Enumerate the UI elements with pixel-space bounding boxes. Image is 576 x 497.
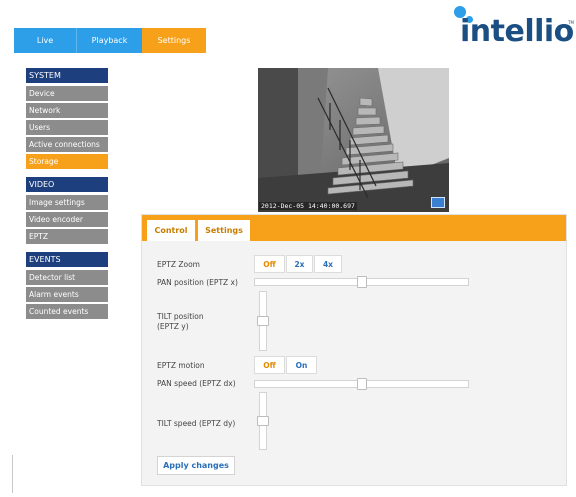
sidebar-group-system: SYSTEM Device Network Users Active conne… [26, 68, 108, 169]
eptz-control-panel: Control Settings EPTZ Zoom Off 2x 4x PAN… [141, 214, 567, 486]
monitor-icon[interactable] [431, 197, 445, 208]
motion-off-button[interactable]: Off [254, 356, 285, 374]
tab-live[interactable]: Live [14, 28, 76, 53]
sidebar-item-device[interactable]: Device [26, 86, 108, 101]
sidebar: SYSTEM Device Network Users Active conne… [26, 68, 108, 327]
eptz-zoom-buttons: Off 2x 4x [254, 255, 343, 273]
tab-control[interactable]: Control [147, 220, 195, 241]
camera-timestamp: 2012-Dec-05 14:40:00.697 [259, 202, 357, 210]
tilt-position-label: TILT position [157, 312, 204, 321]
eptz-motion-buttons: Off On [254, 356, 318, 374]
page-edge-line [12, 455, 13, 493]
pan-speed-label: PAN speed (EPTZ dx) [157, 379, 236, 388]
tilt-position-thumb[interactable] [257, 316, 269, 326]
pan-position-label: PAN position (EPTZ x) [157, 278, 238, 287]
camera-view[interactable]: 2012-Dec-05 14:40:00.697 [258, 68, 449, 212]
tab-panel-settings[interactable]: Settings [198, 220, 250, 241]
tab-playback[interactable]: Playback [76, 28, 142, 53]
zoom-4x-button[interactable]: 4x [314, 255, 342, 273]
sidebar-item-network[interactable]: Network [26, 103, 108, 118]
pan-position-thumb[interactable] [357, 276, 367, 288]
pan-position-slider[interactable] [254, 276, 469, 288]
sidebar-header-events: EVENTS [26, 252, 108, 267]
sidebar-item-active-connections[interactable]: Active connections [26, 137, 108, 152]
sidebar-item-eptz[interactable]: EPTZ [26, 229, 108, 244]
sidebar-header-video: VIDEO [26, 177, 108, 192]
sidebar-item-detector-list[interactable]: Detector list [26, 270, 108, 285]
apply-changes-button[interactable]: Apply changes [157, 456, 235, 475]
pan-speed-thumb[interactable] [357, 378, 367, 390]
motion-on-button[interactable]: On [286, 356, 317, 374]
logo-trademark: TM [568, 20, 574, 25]
panel-tab-bar: Control Settings [142, 215, 566, 241]
tab-settings[interactable]: Settings [142, 28, 206, 53]
eptz-motion-label: EPTZ motion [157, 361, 205, 370]
sidebar-item-alarm-events[interactable]: Alarm events [26, 287, 108, 302]
zoom-off-button[interactable]: Off [254, 255, 285, 273]
sidebar-group-video: VIDEO Image settings Video encoder EPTZ [26, 177, 108, 244]
logo-text: intellio [460, 14, 574, 49]
sidebar-header-system: SYSTEM [26, 68, 108, 83]
tilt-speed-label: TILT speed (EPTZ dy) [157, 419, 236, 428]
sidebar-item-storage[interactable]: Storage [26, 154, 108, 169]
top-nav: Live Playback Settings [14, 28, 206, 53]
tilt-position-label-sub: (EPTZ y) [157, 322, 189, 331]
pan-speed-slider[interactable] [254, 378, 469, 390]
eptz-zoom-label: EPTZ Zoom [157, 260, 200, 269]
intellio-logo: intellio TM [454, 6, 574, 52]
sidebar-item-users[interactable]: Users [26, 120, 108, 135]
tilt-speed-slider[interactable] [257, 392, 269, 450]
sidebar-group-events: EVENTS Detector list Alarm events Counte… [26, 252, 108, 319]
tilt-position-slider[interactable] [257, 291, 269, 351]
sidebar-item-video-encoder[interactable]: Video encoder [26, 212, 108, 227]
sidebar-item-image-settings[interactable]: Image settings [26, 195, 108, 210]
camera-scene [258, 68, 449, 212]
sidebar-item-counted-events[interactable]: Counted events [26, 304, 108, 319]
zoom-2x-button[interactable]: 2x [286, 255, 313, 273]
tilt-speed-thumb[interactable] [257, 416, 269, 426]
